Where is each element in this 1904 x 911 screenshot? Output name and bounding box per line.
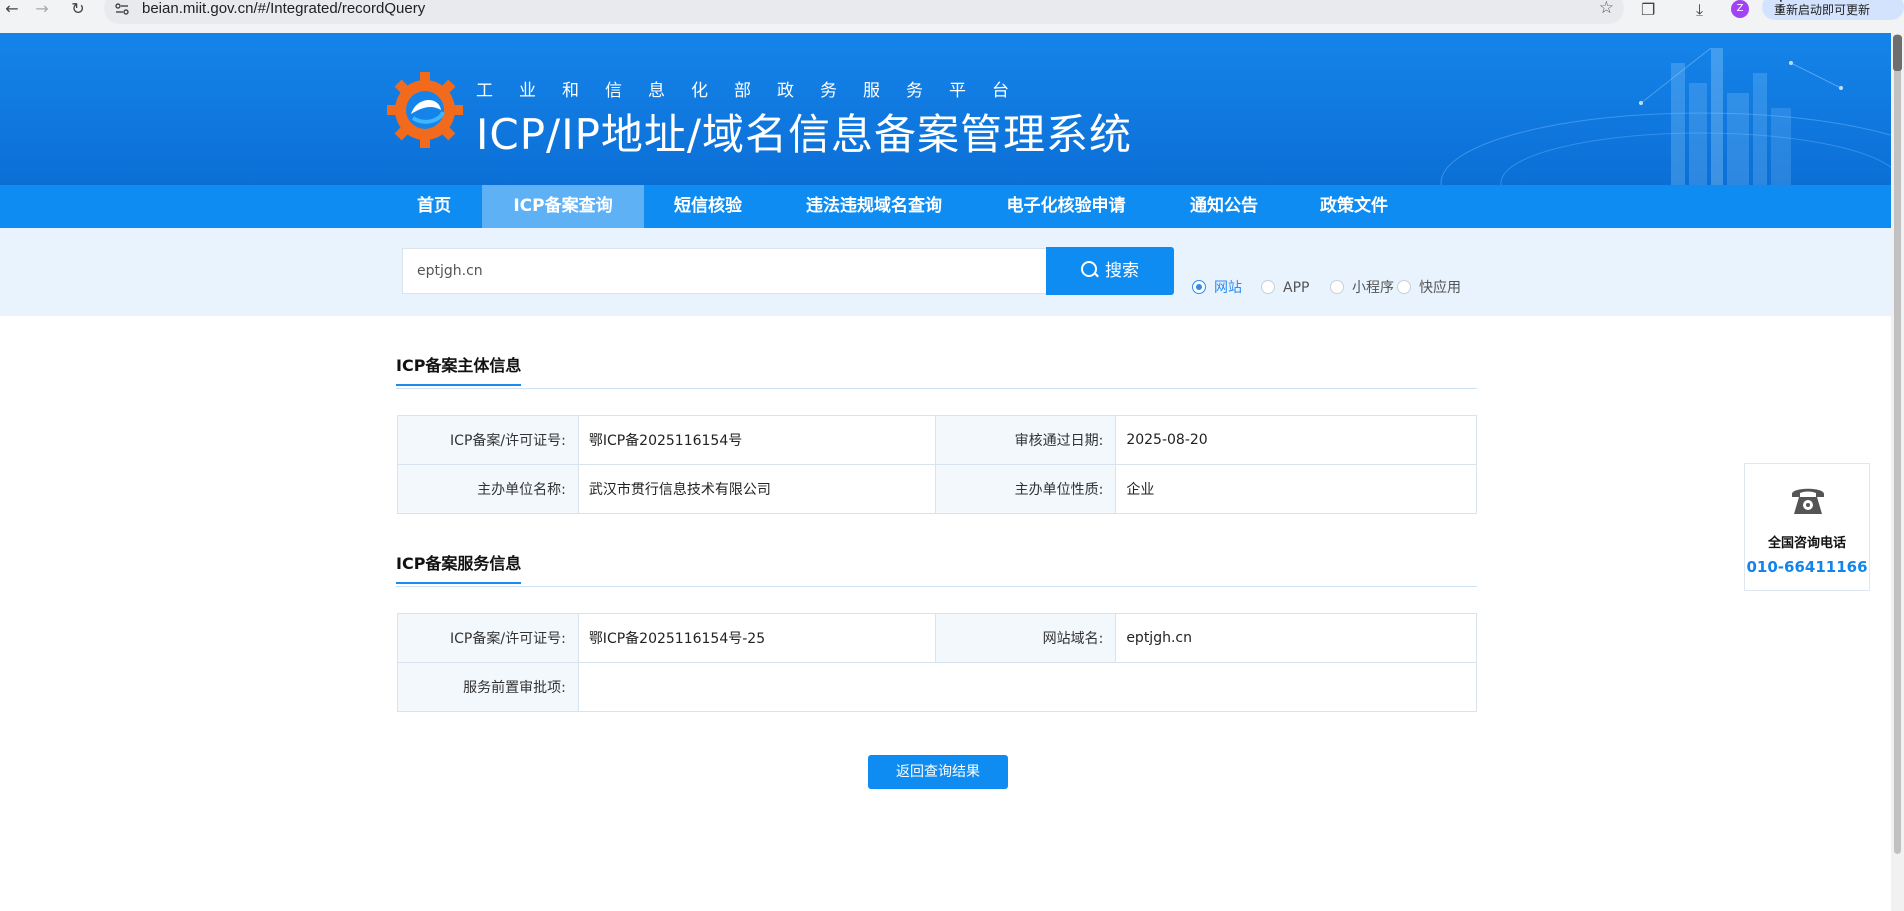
- approval-date-value: 2025-08-20: [1115, 415, 1477, 465]
- nav-e-verify-apply[interactable]: 电子化核验申请: [990, 185, 1142, 228]
- hotline-number: 010-66411166: [1746, 558, 1868, 576]
- hotline-widget[interactable]: 全国咨询电话 010-66411166: [1744, 463, 1870, 591]
- forward-arrow-icon[interactable]: →: [30, 0, 54, 20]
- table-row: 主办单位名称: 武汉市贯行信息技术有限公司 主办单位性质: 企业: [397, 464, 1477, 514]
- radio-website[interactable]: 网站: [1192, 279, 1242, 299]
- approval-date-label: 审核通过日期:: [934, 415, 1117, 465]
- radio-mini-program[interactable]: 小程序: [1330, 279, 1394, 299]
- menu-dots-icon[interactable]: ⋮: [1774, 0, 1898, 14]
- radio-label: APP: [1283, 280, 1310, 296]
- header-banner: 工业和信息化部政务服务平台 ICP/IP地址/域名信息备案管理系统: [0, 33, 1891, 185]
- radio-dot-icon: [1261, 280, 1275, 294]
- section-divider: [396, 586, 1477, 587]
- pre-approval-value: [577, 662, 1478, 712]
- miit-logo-icon: [387, 72, 463, 148]
- nav-home[interactable]: 首页: [394, 185, 474, 228]
- bookmark-star-icon[interactable]: ☆: [1599, 0, 1614, 18]
- service-license-label: ICP备案/许可证号:: [397, 613, 579, 663]
- download-icon[interactable]: ⤓: [1696, 0, 1703, 20]
- radio-label: 网站: [1214, 280, 1242, 296]
- extensions-icon[interactable]: ❐: [1641, 0, 1655, 19]
- radio-quick-app[interactable]: 快应用: [1397, 279, 1461, 299]
- search-input[interactable]: eptjgh.cn: [402, 248, 1046, 294]
- radio-dot-icon: [1397, 280, 1411, 294]
- radio-dot-icon: [1192, 280, 1206, 294]
- organizer-name-value: 武汉市贯行信息技术有限公司: [577, 464, 936, 514]
- radio-app[interactable]: APP: [1261, 279, 1309, 299]
- service-info-table: ICP备案/许可证号: 鄂ICP备2025116154号-25 网站域名: ep…: [397, 613, 1478, 712]
- url-text[interactable]: beian.miit.gov.cn/#/Integrated/recordQue…: [142, 0, 425, 17]
- back-arrow-icon[interactable]: ←: [0, 0, 24, 20]
- back-to-results-button[interactable]: 返回查询结果: [868, 755, 1008, 789]
- subject-section-title: ICP备案主体信息: [396, 352, 522, 386]
- table-row: 服务前置审批项:: [397, 662, 1478, 712]
- radio-dot-icon: [1330, 280, 1344, 294]
- radio-label: 小程序: [1352, 280, 1394, 296]
- section-divider: [396, 388, 1477, 389]
- main-nav: 首页 ICP备案查询 短信核验 违法违规域名查询 电子化核验申请 通知公告 政策…: [0, 185, 1891, 228]
- scrollbar-thumb[interactable]: [1894, 34, 1901, 854]
- service-section-title: ICP备案服务信息: [396, 550, 522, 584]
- search-button[interactable]: 搜索: [1046, 247, 1174, 295]
- nav-icp-query[interactable]: ICP备案查询: [482, 185, 644, 228]
- license-value: 鄂ICP备2025116154号: [577, 415, 936, 465]
- page-title: ICP/IP地址/域名信息备案管理系统: [476, 110, 1133, 159]
- telephone-icon: [1792, 488, 1824, 514]
- update-button[interactable]: 重新启动即可更新 ⋮: [1762, 0, 1904, 20]
- reload-icon[interactable]: ↻: [66, 0, 90, 20]
- domain-value: eptjgh.cn: [1115, 613, 1477, 663]
- nav-policy-docs[interactable]: 政策文件: [1306, 185, 1402, 228]
- table-row: ICP备案/许可证号: 鄂ICP备2025116154号-25 网站域名: ep…: [397, 613, 1477, 663]
- search-area: eptjgh.cn 搜索 网站 APP 小程序 快应用: [0, 228, 1891, 316]
- header-subtitle: 工业和信息化部政务服务平台: [476, 81, 1035, 101]
- organizer-name-label: 主办单位名称:: [397, 464, 579, 514]
- page-scrollbar[interactable]: [1891, 33, 1904, 911]
- address-bar[interactable]: beian.miit.gov.cn/#/Integrated/recordQue…: [104, 0, 1624, 24]
- scroll-up-button[interactable]: [1893, 35, 1902, 71]
- domain-label: 网站域名:: [934, 613, 1117, 663]
- hotline-label: 全国咨询电话: [1767, 536, 1846, 551]
- radio-label: 快应用: [1419, 280, 1461, 296]
- browser-toolbar: ← → ↻ beian.miit.gov.cn/#/Integrated/rec…: [0, 0, 1904, 34]
- nav-sms-verify[interactable]: 短信核验: [658, 185, 758, 228]
- search-button-label: 搜索: [1105, 261, 1139, 281]
- subject-info-table: ICP备案/许可证号: 鄂ICP备2025116154号 审核通过日期: 202…: [397, 415, 1477, 514]
- site-settings-icon[interactable]: [114, 1, 130, 17]
- organizer-type-label: 主办单位性质:: [934, 464, 1117, 514]
- nav-illegal-domain-query[interactable]: 违法违规域名查询: [790, 185, 958, 228]
- organizer-type-value: 企业: [1115, 464, 1477, 514]
- search-icon: [1081, 261, 1097, 277]
- city-skyline-decoration: [1440, 47, 1891, 185]
- pre-approval-label: 服务前置审批项:: [397, 662, 579, 712]
- table-row: ICP备案/许可证号: 鄂ICP备2025116154号 审核通过日期: 202…: [397, 415, 1477, 465]
- nav-notices[interactable]: 通知公告: [1176, 185, 1272, 228]
- profile-avatar[interactable]: Z: [1731, 0, 1749, 18]
- service-license-value: 鄂ICP备2025116154号-25: [577, 613, 936, 663]
- license-label: ICP备案/许可证号:: [397, 415, 579, 465]
